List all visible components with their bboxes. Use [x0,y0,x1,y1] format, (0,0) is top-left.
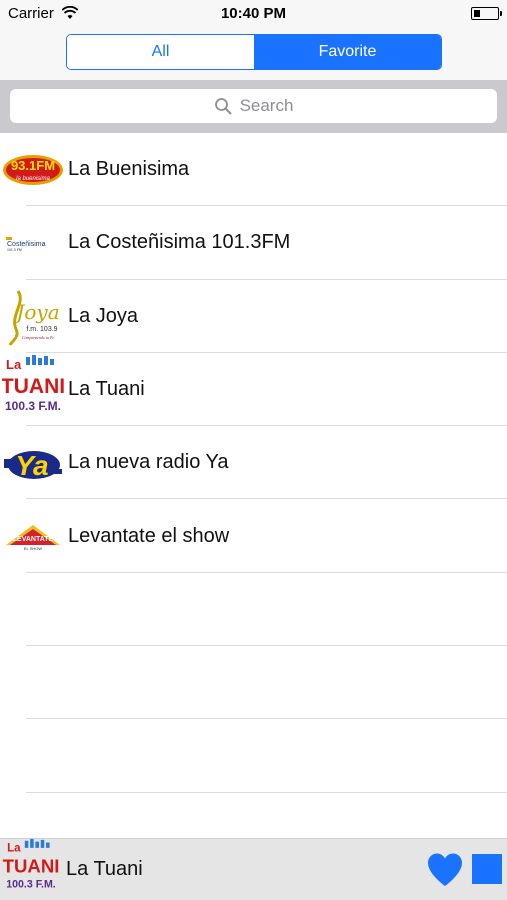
search-bar-container: Search [0,80,507,133]
navigation-bar: All Favorite [0,28,507,80]
station-name: La Joya [68,304,139,327]
station-row[interactable]: LEVANTATE EL SHOW Levantate el show [0,499,507,574]
empty-row [0,719,507,793]
station-row[interactable]: Costeñisima 101.3 FM La Costeñisima 101.… [0,206,507,280]
svg-text:Ya: Ya [15,450,48,481]
svg-text:TUANI: TUANI [2,375,64,398]
segmented-control: All Favorite [66,34,442,70]
svg-text:Costeñisima: Costeñisima [7,241,46,248]
joya-logo-icon: Joya f.m. 103.9 Compartiendo tu Fe [2,285,64,347]
svg-text:La: La [6,357,22,372]
station-list: 93.1FM la buenisima La Buenisima Costeñi… [0,133,507,793]
svg-text:101.3 FM: 101.3 FM [7,248,22,252]
station-name: La Costeñisima 101.3FM [68,231,291,254]
clock: 10:40 PM [220,5,287,22]
favorite-heart-icon[interactable] [426,852,464,888]
svg-text:100.3 F.M.: 100.3 F.M. [6,878,56,890]
radio-ya-logo-icon: Ya [2,432,64,494]
svg-text:la buenisima: la buenisima [16,176,50,182]
svg-text:TUANI: TUANI [3,855,60,876]
now-playing-title: La Tuani [66,858,143,880]
segment-favorite[interactable]: Favorite [254,35,441,69]
segment-all[interactable]: All [67,35,254,69]
stop-button[interactable] [472,854,502,884]
station-row[interactable]: Joya f.m. 103.9 Compartiendo tu Fe La Jo… [0,280,507,354]
station-name: La Buenisima [68,158,190,181]
station-row[interactable]: Ya La nueva radio Ya [0,426,507,500]
svg-text:93.1FM: 93.1FM [11,158,55,173]
svg-text:100.3 F.M.: 100.3 F.M. [5,399,61,413]
now-playing-bar: La TUANI 100.3 F.M. La Tuani [0,838,507,900]
tuani-logo-icon: La TUANI 100.3 F.M. [0,838,62,900]
search-placeholder: Search [239,96,294,115]
station-row[interactable]: 93.1FM la buenisima La Buenisima [0,133,507,207]
station-name: La nueva radio Ya [68,451,229,474]
battery-icon [471,7,502,20]
svg-text:LEVANTATE: LEVANTATE [13,536,54,543]
status-bar: Carrier 10:40 PM [0,0,507,28]
tuani-logo-icon: La TUANI 100.3 F.M. [2,354,64,421]
station-row[interactable]: La TUANI 100.3 F.M. La Tuani [0,353,507,427]
svg-text:EL SHOW: EL SHOW [24,546,43,551]
levantate-logo-icon: LEVANTATE EL SHOW [2,505,64,567]
empty-row [0,573,507,647]
search-input[interactable]: Search [10,89,497,123]
search-icon [214,98,232,115]
station-name: La Tuani [68,378,145,401]
station-name: Levantate el show [68,524,230,547]
svg-text:f.m. 103.9: f.m. 103.9 [26,326,57,333]
costenisima-logo-icon: Costeñisima 101.3 FM [2,212,64,274]
svg-text:Joya: Joya [12,300,59,324]
svg-text:La: La [7,842,21,854]
svg-text:Compartiendo tu Fe: Compartiendo tu Fe [22,335,55,340]
empty-row [0,646,507,720]
buenisima-logo-icon: 93.1FM la buenisima [2,139,64,201]
